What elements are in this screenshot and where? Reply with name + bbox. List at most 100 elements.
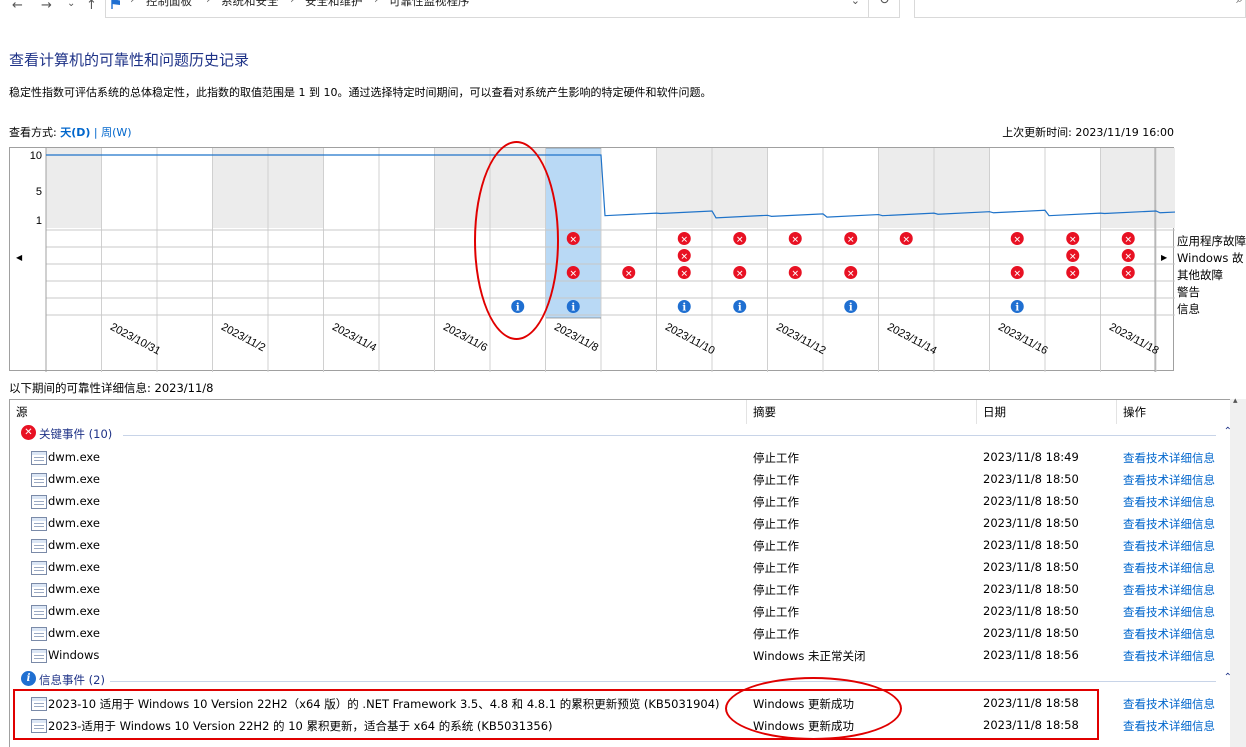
svg-text:✕: ✕ [569,236,577,246]
critical-event-row[interactable]: dwm.exe 停止工作 2023/11/8 18:50 查看技术详细信息 [10,513,1232,535]
annotation-ellipse-update-success [725,677,902,740]
event-source: dwm.exe [48,516,100,530]
legend-warnings: 警告 [1177,285,1200,299]
forward-arrow-icon[interactable]: → [41,0,52,16]
critical-event-row[interactable]: Windows Windows 未正常关闭 2023/11/8 18:56 查看技术详… [10,645,1232,667]
error-event-marker-icon[interactable]: ✕ [1121,232,1135,246]
view-technical-details-link[interactable]: 查看技术详细信息 [1123,472,1215,488]
application-window-icon [31,495,47,509]
view-technical-details-link[interactable]: 查看技术详细信息 [1123,450,1215,466]
recent-locations-chevron-icon[interactable]: ⌄ [67,0,75,14]
view-technical-details-link[interactable]: 查看技术详细信息 [1123,582,1215,598]
info-event-marker-icon[interactable]: i [733,300,747,314]
error-event-marker-icon[interactable]: ✕ [788,266,802,280]
view-technical-details-link[interactable]: 查看技术详细信息 [1123,538,1215,554]
breadcrumb-security-maintenance[interactable]: 安全和维护 [305,0,363,9]
search-input[interactable]: ⌕ [914,0,1246,18]
column-divider[interactable] [1116,400,1117,424]
x-tick-label: 2023/10/31 [108,321,162,357]
error-event-marker-icon[interactable]: ✕ [1121,249,1135,263]
critical-event-row[interactable]: dwm.exe 停止工作 2023/11/8 18:50 查看技术详细信息 [10,557,1232,579]
view-technical-details-link[interactable]: 查看技术详细信息 [1123,604,1215,620]
error-event-marker-icon[interactable]: ✕ [788,232,802,246]
breadcrumb-separator[interactable]: › [206,0,210,6]
reliability-chart[interactable]: 1051✕✕✕✕✕✕✕✕✕✕✕✕✕✕✕✕✕✕✕✕✕✕iiiiii2023/10/… [9,147,1175,372]
breadcrumb-control-panel[interactable]: 控制面板 [146,0,192,9]
event-date: 2023/11/8 18:50 [983,604,1079,618]
error-event-marker-icon[interactable]: ✕ [844,266,858,280]
info-event-marker-icon[interactable]: i [844,300,858,314]
x-tick-label: 2023/11/14 [885,321,939,357]
refresh-button[interactable]: ↻ [868,0,900,18]
error-event-marker-icon[interactable]: ✕ [677,232,691,246]
critical-event-row[interactable]: dwm.exe 停止工作 2023/11/8 18:50 查看技术详细信息 [10,491,1232,513]
error-event-marker-icon[interactable]: ✕ [1066,249,1080,263]
error-event-marker-icon[interactable]: ✕ [677,266,691,280]
critical-event-row[interactable]: dwm.exe 停止工作 2023/11/8 18:50 查看技术详细信息 [10,535,1232,557]
vertical-scrollbar[interactable] [1230,399,1246,747]
x-tick-label: 2023/11/2 [219,321,267,354]
breadcrumb-system-security[interactable]: 系统和安全 [221,0,279,9]
event-source: dwm.exe [48,450,100,464]
error-event-marker-icon[interactable]: ✕ [677,249,691,263]
breadcrumb-separator[interactable]: › [290,0,294,6]
legend-information: 信息 [1177,302,1200,316]
svg-text:✕: ✕ [1124,236,1132,246]
critical-event-row[interactable]: dwm.exe 停止工作 2023/11/8 18:49 查看技术详细信息 [10,447,1232,469]
day-column-shade [1156,148,1175,228]
breadcrumb-separator[interactable]: › [374,0,378,6]
y-tick-label: 10 [30,150,42,162]
view-technical-details-link[interactable]: 查看技术详细信息 [1123,718,1215,734]
view-technical-details-link[interactable]: 查看技术详细信息 [1123,516,1215,532]
error-event-marker-icon[interactable]: ✕ [899,232,913,246]
view-separator: | [90,126,102,139]
event-date: 2023/11/8 18:50 [983,582,1079,596]
back-arrow-icon[interactable]: ← [12,0,23,16]
svg-text:✕: ✕ [902,236,910,246]
view-technical-details-link[interactable]: 查看技术详细信息 [1123,560,1215,576]
up-arrow-icon[interactable]: ↑ [86,0,97,16]
view-technical-details-link[interactable]: 查看技术详细信息 [1123,494,1215,510]
critical-event-row[interactable]: dwm.exe 停止工作 2023/11/8 18:50 查看技术详细信息 [10,601,1232,623]
scroll-left-arrow-icon[interactable]: ◀ [16,253,22,262]
breadcrumb-reliability-monitor[interactable]: 可靠性监视程序 [389,0,470,9]
view-technical-details-link[interactable]: 查看技术详细信息 [1123,696,1215,712]
event-source: dwm.exe [48,582,100,596]
error-event-marker-icon[interactable]: ✕ [1066,232,1080,246]
view-technical-details-link[interactable]: 查看技术详细信息 [1123,648,1215,664]
view-by-week-link[interactable]: 周(W) [101,126,131,139]
info-event-marker-icon[interactable]: i [677,300,691,314]
error-event-marker-icon[interactable]: ✕ [733,232,747,246]
info-event-marker-icon[interactable]: i [1010,300,1024,314]
scroll-right-arrow-icon[interactable]: ▶ [1161,253,1167,262]
error-event-marker-icon[interactable]: ✕ [1010,232,1024,246]
group-critical-events[interactable]: ✕ 关键事件 (10) ⌃ [10,424,1232,446]
svg-text:✕: ✕ [1069,270,1077,280]
column-divider[interactable] [976,400,977,424]
address-dropdown-chevron-icon[interactable]: ⌄ [851,0,860,7]
info-icon: i [21,671,36,686]
error-event-marker-icon[interactable]: ✕ [733,266,747,280]
error-event-marker-icon[interactable]: ✕ [1066,266,1080,280]
error-event-marker-icon[interactable]: ✕ [844,232,858,246]
critical-event-row[interactable]: dwm.exe 停止工作 2023/11/8 18:50 查看技术详细信息 [10,623,1232,645]
view-by-day-link[interactable]: 天(D) [60,126,90,139]
error-event-marker-icon[interactable]: ✕ [1121,266,1135,280]
critical-event-row[interactable]: dwm.exe 停止工作 2023/11/8 18:50 查看技术详细信息 [10,579,1232,601]
view-technical-details-link[interactable]: 查看技术详细信息 [1123,626,1215,642]
application-window-icon [31,561,47,575]
column-date[interactable]: 日期 [983,404,1006,420]
critical-event-row[interactable]: dwm.exe 停止工作 2023/11/8 18:50 查看技术详细信息 [10,469,1232,491]
column-source[interactable]: 源 [16,404,28,420]
scroll-up-arrow-icon[interactable]: ▴ [1233,396,1238,406]
event-source: dwm.exe [48,472,100,486]
error-event-marker-icon[interactable]: ✕ [1010,266,1024,280]
column-divider[interactable] [746,400,747,424]
error-event-marker-icon[interactable]: ✕ [622,266,636,280]
column-action[interactable]: 操作 [1123,404,1146,420]
svg-text:✕: ✕ [791,236,799,246]
column-summary[interactable]: 摘要 [753,404,776,420]
svg-text:✕: ✕ [680,236,688,246]
address-field[interactable]: › 控制面板 › 系统和安全 › 安全和维护 › 可靠性监视程序 ⌄ [105,0,869,18]
event-summary: 停止工作 [753,561,799,575]
